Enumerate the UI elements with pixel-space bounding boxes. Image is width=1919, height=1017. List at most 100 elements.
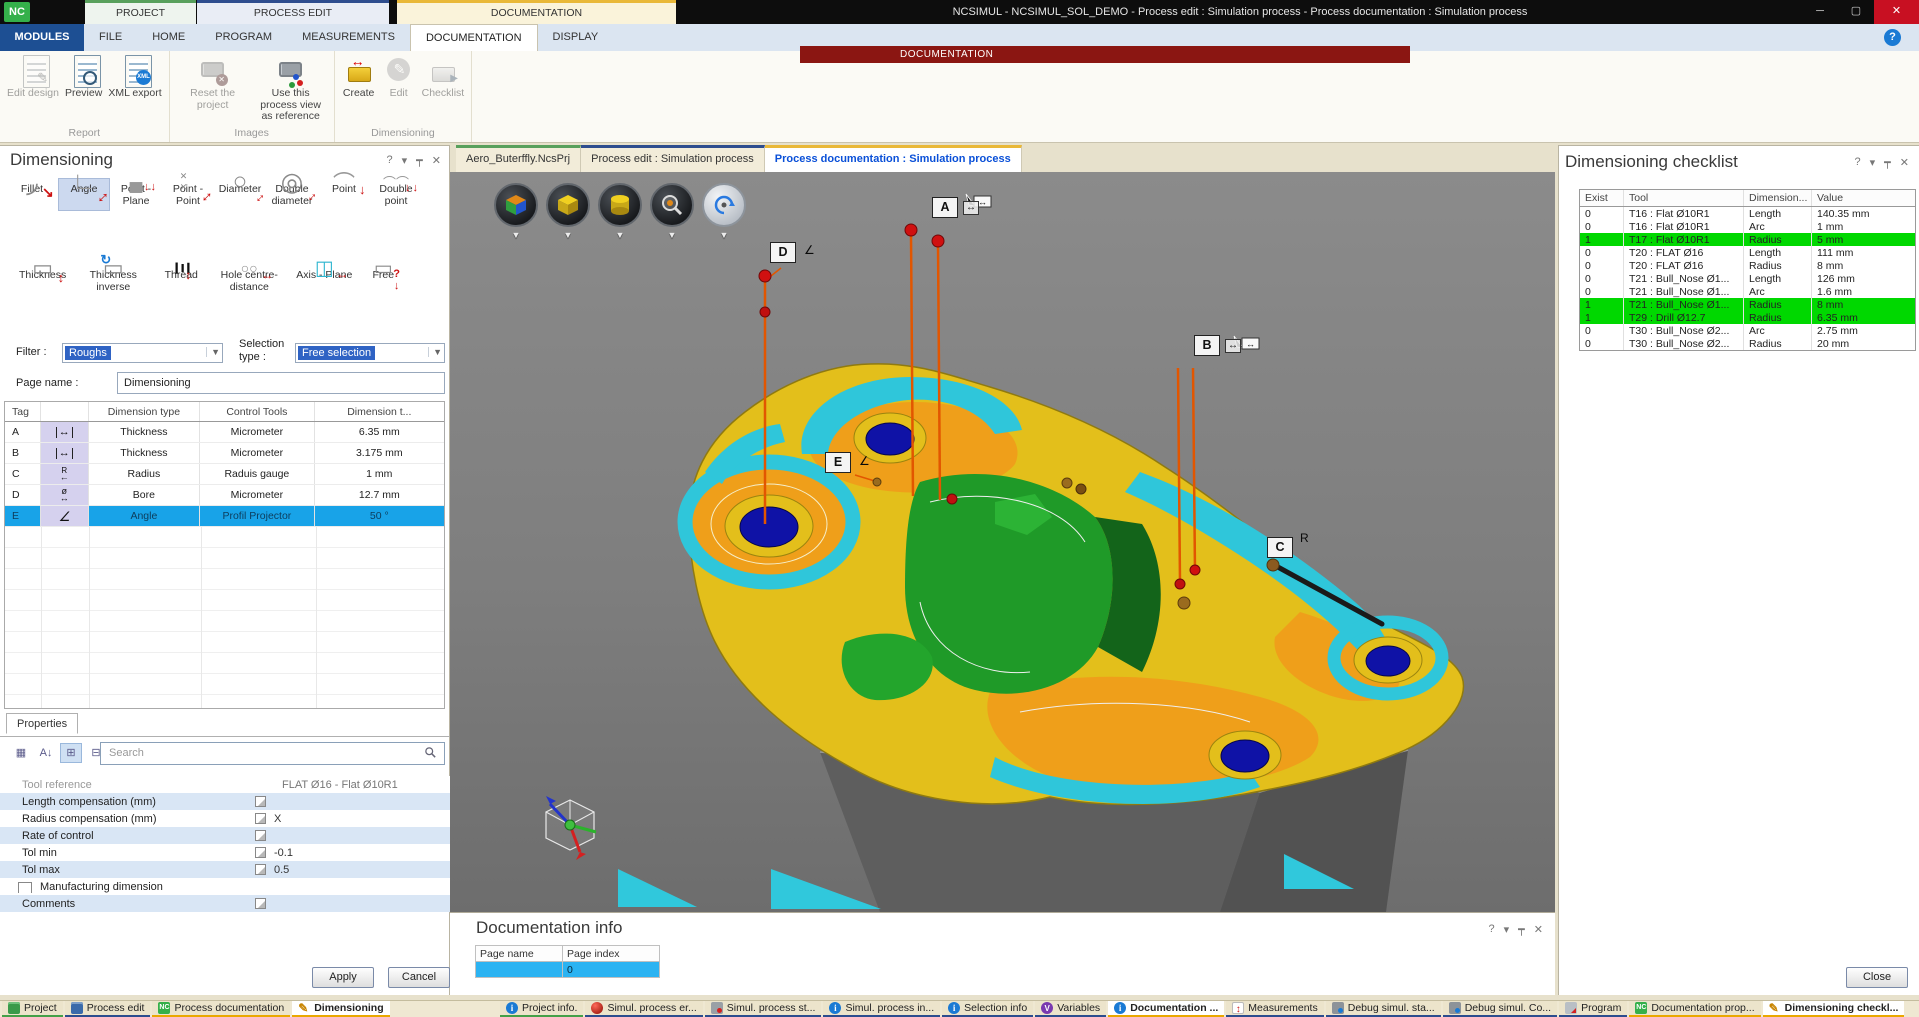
checklist-row[interactable]: 1 T17 : Flat Ø10R1 Radius 5 mm: [1580, 233, 1915, 246]
taskbar-item[interactable]: Variables: [1035, 1001, 1106, 1017]
taskbar-item[interactable]: Documentation ...: [1108, 1001, 1224, 1017]
dimension-table-row[interactable]: E ∠ Angle Profil Projector 50 °: [5, 506, 444, 527]
zoom-button[interactable]: [650, 183, 694, 227]
property-row[interactable]: Radius compensation (mm) X: [0, 810, 450, 827]
rotate-view-button[interactable]: [702, 183, 746, 227]
dimension-label-A[interactable]: A: [932, 197, 958, 218]
solid-view-button[interactable]: [546, 183, 590, 227]
property-row[interactable]: Comments: [0, 895, 450, 912]
ribbon-button[interactable]: Edit: [379, 53, 419, 126]
panel-close-icon[interactable]: ✕: [1900, 156, 1909, 169]
page-index-cell[interactable]: 0: [563, 962, 660, 978]
selection-type-dropdown[interactable]: Free selection ▼: [295, 343, 445, 363]
stock-view-button[interactable]: [598, 183, 642, 227]
taskbar-item[interactable]: Project: [2, 1001, 63, 1017]
taskbar-item[interactable]: Selection info: [942, 1001, 1033, 1017]
taskbar-item[interactable]: Dimensioning checkl...: [1763, 1001, 1905, 1017]
document-tab[interactable]: Aero_Buterffly.NcsPrj: [456, 145, 581, 172]
property-row[interactable]: Length compensation (mm): [0, 793, 450, 810]
dimension-table-row[interactable]: A ↔ Thickness Micrometer 6.35 mm: [5, 422, 444, 443]
ribbon-tab[interactable]: FILE: [84, 24, 137, 51]
page-name-input[interactable]: Dimensioning: [117, 372, 445, 394]
dimension-tool-button[interactable]: Double diameter: [266, 178, 318, 211]
ribbon-tab[interactable]: MODULES: [0, 24, 84, 51]
checklist-row[interactable]: 0 T21 : Bull_Nose Ø1... Length 126 mm: [1580, 272, 1915, 285]
dimension-label-E[interactable]: E: [825, 452, 851, 473]
ribbon-tab[interactable]: PROGRAM: [200, 24, 287, 51]
taskbar-item[interactable]: Simul. process er...: [585, 1001, 702, 1017]
taskbar-item[interactable]: Program: [1559, 1001, 1627, 1017]
dimension-tool-button[interactable]: Thickness inverse: [71, 264, 155, 297]
dimension-tool-button[interactable]: Point - Plane: [110, 178, 162, 211]
dimension-tool-button[interactable]: Thickness: [14, 264, 71, 297]
cancel-button[interactable]: Cancel: [388, 967, 450, 988]
taskbar-item[interactable]: Documentation prop...: [1629, 1001, 1760, 1017]
close-button[interactable]: ✕: [1874, 0, 1919, 24]
dimension-table-row[interactable]: C Radius Raduis gauge 1 mm: [5, 464, 444, 485]
dimension-tool-button[interactable]: Angle: [58, 178, 110, 211]
panel-help-icon[interactable]: ?: [1855, 156, 1861, 169]
panel-pin-icon[interactable]: ┯: [416, 154, 423, 167]
ribbon-tab[interactable]: DOCUMENTATION: [410, 24, 538, 51]
sort-az-icon[interactable]: A↓: [35, 743, 57, 763]
taskbar-item[interactable]: Simul. process in...: [823, 1001, 940, 1017]
chevron-down-icon[interactable]: ▼: [546, 230, 590, 240]
taskbar-item[interactable]: Process edit: [65, 1001, 151, 1017]
checklist-row[interactable]: 1 T21 : Bull_Nose Ø1... Radius 8 mm: [1580, 298, 1915, 311]
taskbar-item[interactable]: Simul. process st...: [705, 1001, 822, 1017]
dimension-label-D[interactable]: D: [770, 242, 796, 263]
dimension-tool-button[interactable]: Fillet: [6, 178, 58, 211]
checklist-row[interactable]: 0 T30 : Bull_Nose Ø2... Arc 2.75 mm: [1580, 324, 1915, 337]
taskbar-item[interactable]: Process documentation: [152, 1001, 290, 1017]
tab-properties[interactable]: Properties: [6, 713, 78, 734]
taskbar-item[interactable]: Measurements: [1226, 1001, 1323, 1017]
ribbon-button[interactable]: Edit design: [4, 53, 62, 126]
filter-dropdown[interactable]: Roughs ▼: [62, 343, 223, 363]
mode-tab-project[interactable]: PROJECT: [85, 0, 196, 24]
dimension-table-row[interactable]: D Bore Micrometer 12.7 mm: [5, 485, 444, 506]
chevron-down-icon[interactable]: ▼: [702, 230, 746, 240]
minimize-button[interactable]: ─: [1802, 0, 1838, 24]
property-row[interactable]: Tol min -0.1: [0, 844, 450, 861]
page-name-cell[interactable]: [475, 962, 563, 978]
taskbar-item[interactable]: Debug simul. sta...: [1326, 1001, 1441, 1017]
document-tab[interactable]: Process documentation : Simulation proce…: [765, 145, 1022, 172]
mode-tab-process-edit[interactable]: PROCESS EDIT: [197, 0, 389, 24]
dimension-label-B[interactable]: B: [1194, 335, 1220, 356]
property-row[interactable]: Manufacturing dimension: [0, 878, 450, 895]
ribbon-button[interactable]: XML export: [105, 53, 164, 126]
panel-menu-icon[interactable]: ▾: [1504, 923, 1510, 936]
checklist-row[interactable]: 0 T16 : Flat Ø10R1 Length 140.35 mm: [1580, 207, 1915, 220]
dimension-tool-button[interactable]: Thread: [155, 264, 207, 297]
checklist-row[interactable]: 0 T30 : Bull_Nose Ø2... Radius 20 mm: [1580, 337, 1915, 350]
search-input[interactable]: Search: [100, 742, 445, 765]
dimension-tool-button[interactable]: Free: [357, 264, 409, 297]
checklist-row[interactable]: 0 T16 : Flat Ø10R1 Arc 1 mm: [1580, 220, 1915, 233]
dimension-tool-button[interactable]: Hole centre-distance: [207, 264, 291, 297]
ribbon-button[interactable]: Preview: [62, 53, 105, 126]
dimension-tool-button[interactable]: Diameter: [214, 178, 266, 211]
dimension-tool-button[interactable]: Point - Point: [162, 178, 214, 211]
document-tab[interactable]: Process edit : Simulation process: [581, 145, 765, 172]
property-row[interactable]: Tool reference FLAT Ø16 - Flat Ø10R1: [0, 776, 450, 793]
dimension-table-row[interactable]: B ↔ Thickness Micrometer 3.175 mm: [5, 443, 444, 464]
panel-pin-icon[interactable]: ┯: [1884, 156, 1891, 169]
dimension-tool-button[interactable]: Axis - Plane: [291, 264, 357, 297]
property-row[interactable]: Tol max 0.5: [0, 861, 450, 878]
checklist-row[interactable]: 0 T21 : Bull_Nose Ø1... Arc 1.6 mm: [1580, 285, 1915, 298]
panel-pin-icon[interactable]: ┯: [1518, 923, 1525, 936]
ribbon-tab[interactable]: DISPLAY: [538, 24, 614, 51]
chevron-down-icon[interactable]: ▼: [598, 230, 642, 240]
checklist-row[interactable]: 0 T20 : FLAT Ø16 Radius 8 mm: [1580, 259, 1915, 272]
ribbon-button[interactable]: Create: [339, 53, 379, 126]
maximize-button[interactable]: ▢: [1838, 0, 1874, 24]
checklist-row[interactable]: 1 T29 : Drill Ø12.7 Radius 6.35 mm: [1580, 311, 1915, 324]
panel-menu-icon[interactable]: ▾: [1870, 156, 1876, 169]
ribbon-tab[interactable]: MEASUREMENTS: [287, 24, 410, 51]
dimension-label-C[interactable]: C: [1267, 537, 1293, 558]
panel-close-icon[interactable]: ✕: [432, 154, 441, 167]
apply-button[interactable]: Apply: [312, 967, 374, 988]
ribbon-tab[interactable]: HOME: [137, 24, 200, 51]
dimension-tool-button[interactable]: Point: [318, 178, 370, 211]
categorize-icon[interactable]: ▦: [10, 743, 32, 763]
